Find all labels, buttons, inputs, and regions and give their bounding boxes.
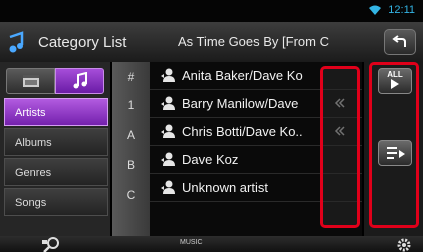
- artist-name: Unknown artist: [182, 180, 268, 195]
- film-icon: [23, 75, 39, 87]
- index-letter[interactable]: #: [112, 70, 150, 84]
- category-list: Artists Albums Genres Songs: [4, 98, 108, 218]
- artist-name: Chris Botti/Dave Ko..: [182, 124, 303, 139]
- person-icon: [161, 152, 175, 166]
- category-genres[interactable]: Genres: [4, 158, 108, 186]
- person-icon: [161, 68, 175, 82]
- back-arrow-icon: [392, 35, 406, 47]
- music-note-icon: [73, 72, 87, 89]
- music-category-icon: [9, 31, 24, 53]
- person-icon: [161, 180, 175, 194]
- person-icon: [161, 124, 175, 138]
- media-tab[interactable]: [6, 68, 55, 94]
- source-tabs: [6, 68, 104, 94]
- playlist-play-icon: [387, 147, 405, 159]
- clock: 12:11: [388, 4, 415, 16]
- artist-name: Dave Koz: [182, 152, 239, 167]
- category-songs[interactable]: Songs: [4, 188, 108, 216]
- index-letter[interactable]: A: [112, 128, 150, 142]
- artist-name: Barry Manilow/Dave: [182, 96, 299, 111]
- play-icon: [391, 79, 399, 89]
- play-all-label: ALL: [387, 70, 403, 79]
- alphabet-index[interactable]: # 1 A B C: [112, 62, 150, 236]
- wifi-icon: [369, 5, 381, 15]
- index-letter[interactable]: C: [112, 188, 150, 202]
- now-playing-title[interactable]: As Time Goes By [From C: [178, 34, 329, 49]
- category-panel: Artists Albums Genres Songs: [0, 62, 110, 236]
- music-tab[interactable]: [55, 68, 104, 94]
- back-button[interactable]: [384, 29, 416, 55]
- scroll-bar-highlight[interactable]: [320, 66, 360, 228]
- gear-icon[interactable]: [395, 236, 413, 252]
- playlist-button[interactable]: [378, 140, 412, 166]
- person-icon: [161, 96, 175, 110]
- header-bar: Category List As Time Goes By [From C: [0, 22, 423, 62]
- play-all-button[interactable]: ALL: [378, 68, 412, 94]
- artist-name: Anita Baker/Dave Ko: [182, 68, 303, 83]
- category-albums[interactable]: Albums: [4, 128, 108, 156]
- status-bar: 12:11: [0, 0, 423, 22]
- source-label: MUSIC: [180, 239, 203, 246]
- index-letter[interactable]: 1: [112, 98, 150, 112]
- search-icon[interactable]: [40, 236, 62, 252]
- page-title: Category List: [38, 34, 127, 51]
- index-letter[interactable]: B: [112, 158, 150, 172]
- bottom-bar: MUSIC: [0, 236, 423, 252]
- category-artists[interactable]: Artists: [4, 98, 108, 126]
